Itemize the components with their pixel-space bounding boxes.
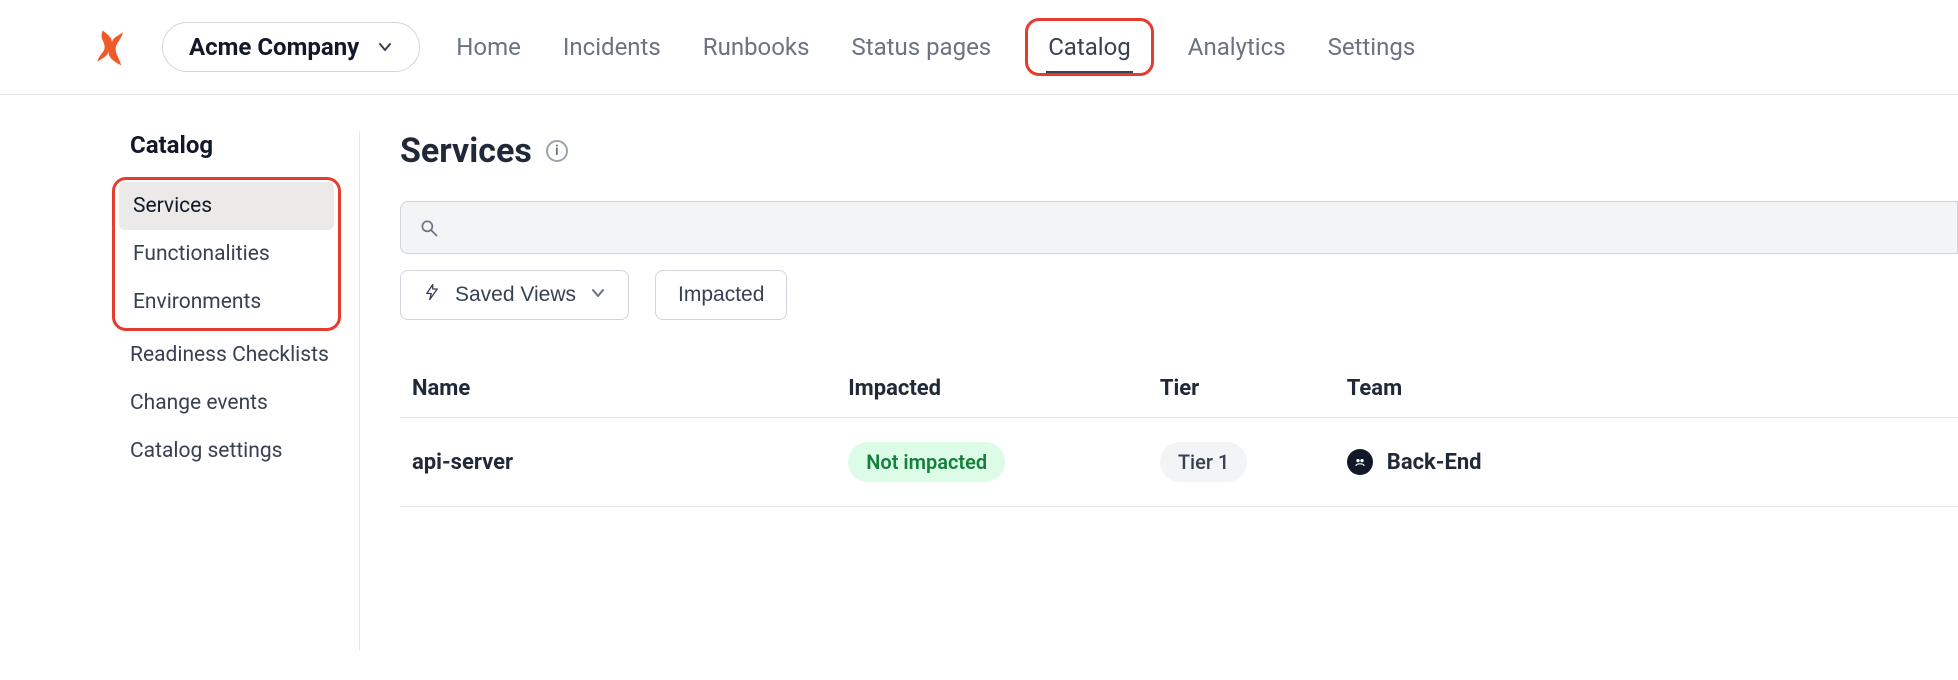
sidebar-highlight: Services Functionalities Environments	[112, 177, 341, 331]
nav-runbooks[interactable]: Runbooks	[695, 27, 818, 67]
nav-status-pages[interactable]: Status pages	[843, 27, 999, 67]
lightning-icon	[423, 283, 441, 307]
sidebar-item-services[interactable]: Services	[119, 182, 334, 230]
logo-icon	[90, 25, 134, 69]
sidebar-item-catalog-settings[interactable]: Catalog settings	[116, 427, 359, 475]
nav-catalog[interactable]: Catalog	[1040, 27, 1139, 67]
tier-badge: Tier 1	[1160, 442, 1247, 482]
search-icon	[419, 218, 439, 238]
chevron-down-icon	[590, 283, 606, 307]
nav-analytics[interactable]: Analytics	[1180, 27, 1294, 67]
saved-views-label: Saved Views	[455, 283, 576, 307]
sidebar-item-readiness-checklists[interactable]: Readiness Checklists	[116, 331, 359, 379]
nav-catalog-highlight: Catalog	[1025, 18, 1154, 76]
org-selector[interactable]: Acme Company	[162, 22, 420, 72]
table-row[interactable]: api-server Not impacted Tier 1	[400, 418, 1958, 507]
impacted-filter-label: Impacted	[678, 283, 764, 307]
top-nav: Home Incidents Runbooks Status pages Cat…	[448, 18, 1423, 76]
nav-settings[interactable]: Settings	[1320, 27, 1424, 67]
impacted-filter-button[interactable]: Impacted	[655, 270, 787, 320]
page-title: Services	[400, 131, 532, 171]
cell-name: api-server	[400, 418, 836, 507]
team-name: Back-End	[1387, 450, 1482, 475]
sidebar-item-change-events[interactable]: Change events	[116, 379, 359, 427]
search-input[interactable]	[453, 216, 1939, 239]
team-avatar-icon	[1347, 449, 1373, 475]
nav-incidents[interactable]: Incidents	[555, 27, 669, 67]
cell-impacted: Not impacted	[836, 418, 1148, 507]
col-impacted[interactable]: Impacted	[836, 360, 1148, 418]
cell-tier: Tier 1	[1148, 418, 1335, 507]
chevron-down-icon	[377, 33, 393, 61]
cell-team: Back-End	[1335, 418, 1958, 507]
col-tier[interactable]: Tier	[1148, 360, 1335, 418]
sidebar-item-functionalities[interactable]: Functionalities	[119, 230, 334, 278]
sidebar: Catalog Services Functionalities Environ…	[0, 131, 360, 651]
sidebar-title: Catalog	[130, 131, 359, 159]
saved-views-button[interactable]: Saved Views	[400, 270, 629, 320]
services-table: Name Impacted Tier Team api-server Not i…	[400, 360, 1958, 507]
nav-home[interactable]: Home	[448, 27, 529, 67]
search-bar[interactable]	[400, 201, 1958, 254]
sidebar-item-environments[interactable]: Environments	[119, 278, 334, 326]
info-icon[interactable]: i	[546, 140, 568, 162]
org-name: Acme Company	[189, 33, 359, 61]
impacted-badge: Not impacted	[848, 442, 1005, 482]
col-name[interactable]: Name	[400, 360, 836, 418]
col-team[interactable]: Team	[1335, 360, 1958, 418]
